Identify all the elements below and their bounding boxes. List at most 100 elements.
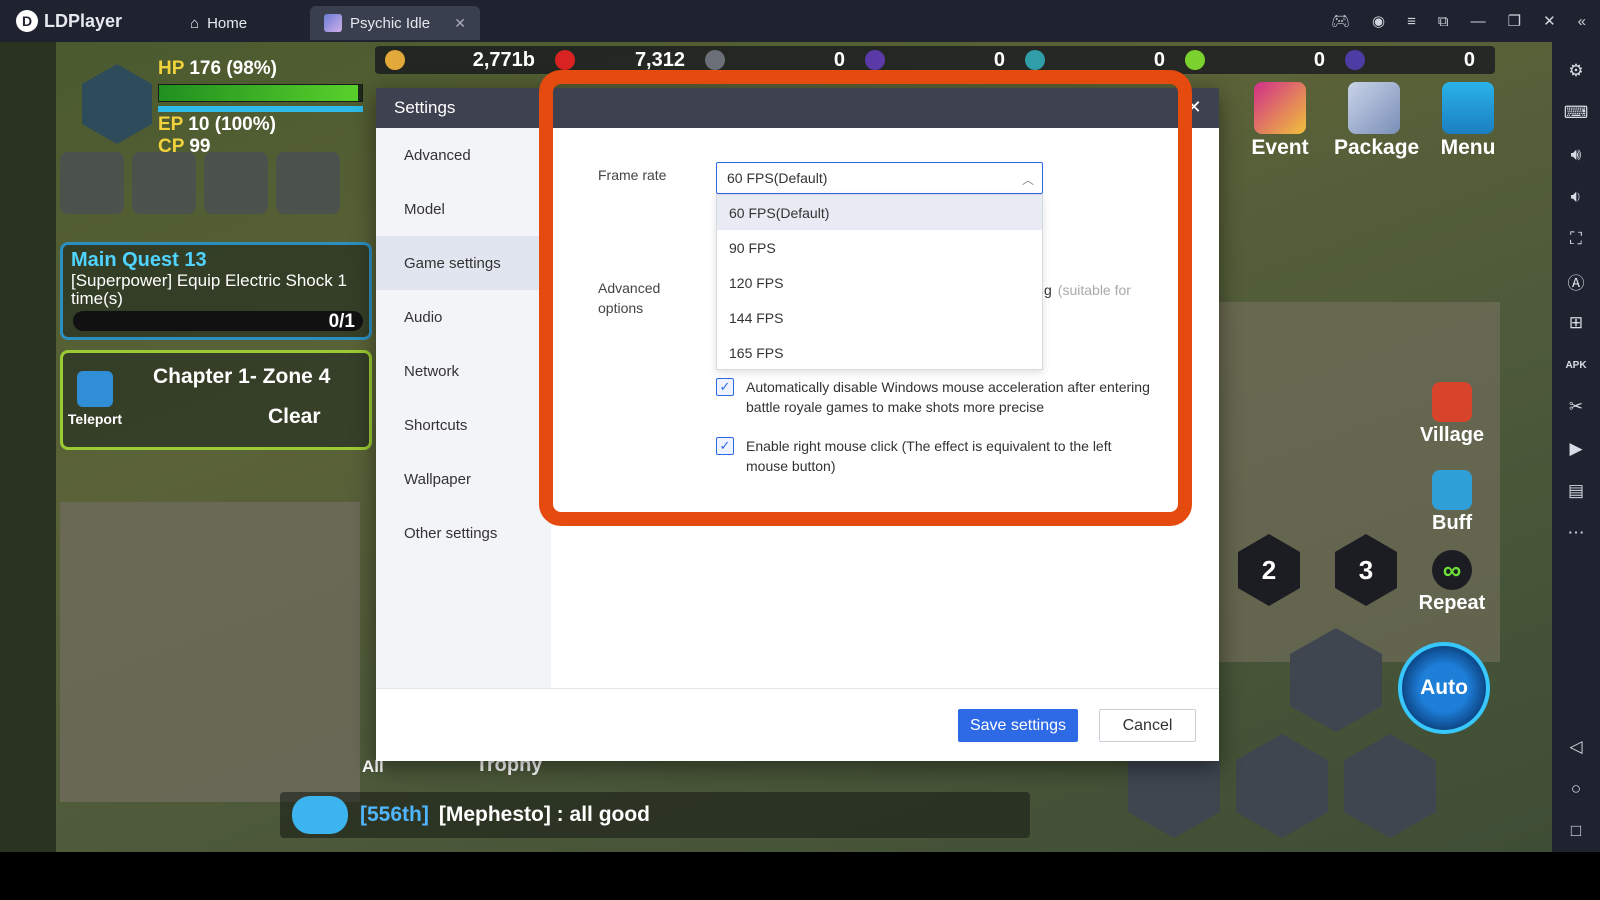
save-settings-button[interactable]: Save settings <box>958 709 1078 742</box>
skill-hex-slot[interactable] <box>1344 734 1436 838</box>
ground-path <box>60 502 360 802</box>
chapter-title: Chapter 1- Zone 4 <box>153 365 331 388</box>
chevron-up-icon: ︿ <box>1021 173 1034 187</box>
repeat-button[interactable]: ∞ Repeat <box>1412 550 1492 615</box>
restore-icon[interactable]: ❐ <box>1508 12 1521 30</box>
frame-rate-value: 60 FPS(Default) <box>727 170 828 186</box>
skill-slot[interactable] <box>60 152 124 214</box>
cut-icon[interactable]: ✂ <box>1558 389 1594 425</box>
emulator-toolbar: ⚙ ⌨ 🔊︎ 🔉︎ ⛶ Ⓐ ⊞ APK ✂ ▶ ▤ ⋯ ◁ ○ □ <box>1552 42 1600 852</box>
ep-readout: EP 10 (100%) <box>158 114 276 135</box>
advanced-hint: g (suitable for <box>1044 282 1131 298</box>
player-avatar[interactable] <box>82 64 152 144</box>
ep-bar-fill <box>158 106 363 112</box>
volume-up-icon[interactable]: 🔊︎ <box>1558 137 1594 173</box>
nav-network[interactable]: Network <box>376 344 551 398</box>
keyboard-icon[interactable]: ⌨ <box>1558 95 1594 131</box>
add-window-icon[interactable]: ⊞ <box>1558 305 1594 341</box>
close-tab-icon[interactable]: ✕ <box>454 15 466 32</box>
chapter-panel: Teleport Chapter 1- Zone 4 Clear <box>60 350 372 450</box>
record-icon[interactable]: ▶ <box>1558 431 1594 467</box>
close-window-icon[interactable]: ✕ <box>1543 12 1556 30</box>
gamepad-icon[interactable]: 🎮︎ <box>1331 12 1350 30</box>
minimize-icon[interactable]: — <box>1471 13 1486 30</box>
multi-window-icon[interactable]: ⧉ <box>1438 13 1449 30</box>
nav-model[interactable]: Model <box>376 182 551 236</box>
chat-bubble-icon[interactable] <box>292 796 348 834</box>
mouse-acceleration-option: ✓ Automatically disable Windows mouse ac… <box>716 377 1156 417</box>
back-icon[interactable]: ◁ <box>1558 729 1594 765</box>
cancel-button[interactable]: Cancel <box>1099 709 1196 742</box>
macro-icon[interactable]: Ⓐ <box>1558 263 1594 299</box>
tab-psychic-idle[interactable]: Psychic Idle ✕ <box>310 6 480 40</box>
frame-rate-option[interactable]: 165 FPS <box>717 335 1042 370</box>
nav-audio[interactable]: Audio <box>376 290 551 344</box>
gold-coin-icon <box>385 50 405 70</box>
right-click-label: Enable right mouse click (The effect is … <box>746 438 1112 474</box>
skill-slot[interactable] <box>204 152 268 214</box>
frame-rate-option[interactable]: 144 FPS <box>717 300 1042 335</box>
village-button[interactable]: Village <box>1412 382 1492 447</box>
resource-stone: 0 <box>695 49 855 72</box>
home-nav-icon[interactable]: ○ <box>1558 771 1594 807</box>
nav-other-settings[interactable]: Other settings <box>376 506 551 560</box>
infinity-icon: ∞ <box>1432 550 1472 590</box>
package-icon <box>1348 82 1400 134</box>
resource-ruby: 7,312 <box>545 49 695 72</box>
tab-home-label: Home <box>207 14 248 32</box>
resource-gold: 2,771b <box>375 49 545 72</box>
close-icon[interactable]: ✕ <box>1183 96 1205 118</box>
auto-button[interactable]: Auto <box>1398 642 1490 734</box>
recents-icon[interactable]: □ <box>1558 813 1594 849</box>
resource-crystal: 0 <box>855 49 1015 72</box>
account-icon[interactable]: ◉ <box>1372 12 1385 30</box>
main-quest-panel[interactable]: Main Quest 13 [Superpower] Equip Electri… <box>60 242 372 340</box>
buff-button[interactable]: Buff <box>1412 470 1492 535</box>
teleport-label: Teleport <box>67 411 123 427</box>
chat-text: [Mephesto] : all good <box>438 803 651 826</box>
frame-rate-option[interactable]: 120 FPS <box>717 265 1042 300</box>
mouse-acceleration-checkbox[interactable]: ✓ <box>716 378 734 396</box>
quest-progress-text: 0/1 <box>328 311 355 332</box>
skill-hex-slot[interactable] <box>1236 734 1328 838</box>
file-icon[interactable]: ▤ <box>1558 473 1594 509</box>
event-button[interactable]: Event <box>1240 82 1320 160</box>
skill-slot[interactable] <box>132 152 196 214</box>
chat-message[interactable]: [556th] [Mephesto] : all good <box>280 792 1030 838</box>
orb-icon <box>1345 50 1365 70</box>
nav-game-settings[interactable]: Game settings <box>376 236 551 290</box>
frame-rate-option[interactable]: 90 FPS <box>717 230 1042 265</box>
teleport-button[interactable]: Teleport <box>65 371 125 427</box>
advanced-options-label: Advanced options <box>598 280 661 316</box>
skill-slot[interactable] <box>276 152 340 214</box>
more-icon[interactable]: ⋯ <box>1558 515 1594 551</box>
home-icon: ⌂ <box>190 14 200 32</box>
frame-rate-select[interactable]: 60 FPS(Default) ︿ <box>716 162 1043 194</box>
menu-button[interactable]: Menu <box>1428 82 1508 160</box>
game-top-menu: Event Package Menu <box>1240 82 1508 160</box>
volume-down-icon[interactable]: 🔉︎ <box>1558 179 1594 215</box>
teleport-icon <box>77 371 113 407</box>
right-click-checkbox[interactable]: ✓ <box>716 437 734 455</box>
apk-install-icon[interactable]: APK <box>1558 347 1594 383</box>
menu-icon[interactable]: ≡ <box>1407 13 1416 30</box>
gear-token-icon <box>1025 50 1045 70</box>
frame-rate-option[interactable]: 60 FPS(Default) <box>717 195 1042 230</box>
package-button[interactable]: Package <box>1334 82 1419 160</box>
nav-wallpaper[interactable]: Wallpaper <box>376 452 551 506</box>
settings-gear-icon[interactable]: ⚙ <box>1558 53 1594 89</box>
nav-advanced[interactable]: Advanced <box>376 128 551 182</box>
hp-bar-fill <box>159 85 358 101</box>
settings-footer: Save settings Cancel <box>376 688 1219 761</box>
quest-description: [Superpower] Equip Electric Shock 1 time… <box>71 271 347 308</box>
ep-bar <box>158 106 363 112</box>
hp-readout: HP 176 (98%) <box>158 58 278 79</box>
collapse-sidebar-icon[interactable]: « <box>1578 13 1586 30</box>
nav-shortcuts[interactable]: Shortcuts <box>376 398 551 452</box>
hamburger-menu-icon <box>1442 82 1494 134</box>
frame-rate-dropdown: 60 FPS(Default) 90 FPS 120 FPS 144 FPS 1… <box>716 194 1043 370</box>
hp-bar <box>158 84 363 102</box>
screenshot-icon[interactable]: ⛶ <box>1558 221 1594 257</box>
tab-home[interactable]: ⌂ Home <box>160 6 310 40</box>
mouse-acceleration-label: Automatically disable Windows mouse acce… <box>746 379 1150 415</box>
